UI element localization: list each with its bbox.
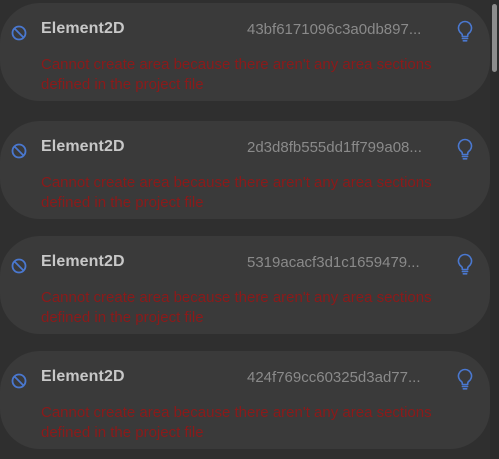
issue-title: Element2D	[41, 253, 125, 270]
issue-card[interactable]: Element2D 424f769cc60325d3ad77... Cannot…	[0, 351, 490, 449]
issue-message: Cannot create area because there aren't …	[41, 56, 432, 93]
issue-message: Cannot create area because there aren't …	[41, 174, 432, 211]
lightbulb-icon[interactable]	[455, 367, 475, 391]
issue-title: Element2D	[41, 138, 125, 155]
issue-id: 5319acacf3d1c1659479...	[247, 254, 420, 271]
issue-card[interactable]: Element2D 2d3d8fb555dd1ff799a08... Canno…	[0, 121, 490, 219]
issue-id: 43bf6171096c3a0db897...	[247, 21, 422, 38]
prohibited-icon	[10, 142, 28, 160]
issue-id: 424f769cc60325d3ad77...	[247, 369, 421, 386]
issue-id: 2d3d8fb555dd1ff799a08...	[247, 139, 422, 156]
issue-card[interactable]: Element2D 43bf6171096c3a0db897... Cannot…	[0, 3, 490, 101]
issue-card[interactable]: Element2D 5319acacf3d1c1659479... Cannot…	[0, 236, 490, 334]
issue-message: Cannot create area because there aren't …	[41, 289, 432, 326]
prohibited-icon	[10, 24, 28, 42]
issue-list: Element2D 43bf6171096c3a0db897... Cannot…	[0, 0, 490, 459]
scrollbar-thumb[interactable]	[492, 4, 497, 72]
lightbulb-icon[interactable]	[455, 19, 475, 43]
prohibited-icon	[10, 257, 28, 275]
issue-title: Element2D	[41, 368, 125, 385]
issue-title: Element2D	[41, 20, 125, 37]
issue-message: Cannot create area because there aren't …	[41, 404, 432, 441]
prohibited-icon	[10, 372, 28, 390]
lightbulb-icon[interactable]	[455, 252, 475, 276]
vertical-scrollbar[interactable]	[490, 0, 499, 459]
lightbulb-icon[interactable]	[455, 137, 475, 161]
